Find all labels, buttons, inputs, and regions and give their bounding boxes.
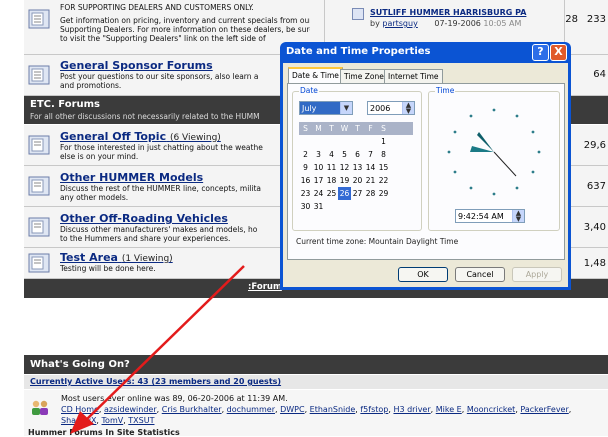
year-value: 2006 (370, 104, 391, 113)
calendar-week: 23 24 25 26 27 28 29 (299, 187, 413, 200)
calendar-day[interactable]: 27 (351, 187, 364, 200)
time-input[interactable]: 9:42:54 AM ▲ ▼ (455, 209, 525, 223)
spinner-arrows-icon[interactable]: ▲ ▼ (512, 210, 524, 223)
calendar-day[interactable]: 29 (377, 187, 390, 200)
weekday-label: M (315, 124, 322, 133)
calendar-day[interactable]: 5 (338, 148, 351, 161)
calendar-day[interactable]: 20 (351, 174, 364, 187)
year-spinner[interactable]: 2006 ▲ ▼ (367, 101, 415, 115)
calendar-day[interactable]: 1 (377, 135, 390, 148)
calendar-day (299, 135, 312, 148)
calendar-day[interactable]: 14 (364, 161, 377, 174)
calendar-week: 30 31 (299, 200, 413, 213)
calendar-day[interactable]: 8 (377, 148, 390, 161)
current-timezone-label: Current time zone: Mountain Daylight Tim… (296, 237, 459, 246)
spinner-arrows-icon[interactable]: ▲ ▼ (402, 102, 414, 115)
weekday-label: S (303, 124, 308, 133)
calendar-day[interactable]: 23 (299, 187, 312, 200)
time-group-label: Time (435, 86, 456, 95)
calendar-day[interactable]: 10 (312, 161, 325, 174)
date-time-dialog: Date and Time Properties ? X Date & Time… (280, 42, 571, 290)
calendar-day[interactable]: 3 (312, 148, 325, 161)
calendar-day[interactable]: 28 (364, 187, 377, 200)
weekday-label: W (340, 124, 349, 133)
calendar-day (377, 200, 390, 213)
tab-time-zone[interactable]: Time Zone (340, 69, 388, 83)
calendar-days: 1 2 3 4 5 6 7 8 9 10 11 12 13 14 15 16 17 18 19 20 21 22 23 24 2… (299, 135, 413, 213)
weekday-label: F (368, 124, 373, 133)
close-icon: X (554, 45, 563, 58)
calendar-day[interactable]: 11 (325, 161, 338, 174)
dialog-title: Date and Time Properties (286, 46, 431, 57)
calendar-day[interactable]: 25 (325, 187, 338, 200)
weekday-label: T (329, 124, 334, 133)
calendar-day (351, 200, 364, 213)
close-button[interactable]: X (550, 44, 567, 61)
help-icon: ? (537, 45, 544, 58)
calendar-day[interactable]: 24 (312, 187, 325, 200)
calendar-day (351, 135, 364, 148)
calendar-weekdays: S M T W T F S (299, 122, 413, 135)
date-time-panel: Date July ▼ 2006 ▲ ▼ S M T W T F S 1 2 3… (287, 83, 565, 260)
calendar-day (364, 200, 377, 213)
analog-clock (447, 108, 541, 196)
weekday-label: T (355, 124, 360, 133)
calendar-day[interactable]: 17 (312, 174, 325, 187)
calendar-week: 16 17 18 19 20 21 22 (299, 174, 413, 187)
ok-button[interactable]: OK (398, 267, 448, 282)
calendar-day[interactable]: 16 (299, 174, 312, 187)
cancel-button[interactable]: Cancel (455, 267, 505, 282)
apply-button[interactable]: Apply (512, 267, 562, 282)
calendar-day[interactable]: 2 (299, 148, 312, 161)
month-select[interactable]: July ▼ (299, 101, 353, 115)
date-group-label: Date (299, 86, 319, 95)
calendar-day[interactable]: 9 (299, 161, 312, 174)
calendar-day (338, 135, 351, 148)
help-button[interactable]: ? (532, 44, 549, 61)
calendar-day[interactable]: 13 (351, 161, 364, 174)
dialog-body: Date & Time Time Zone Internet Time Date… (283, 63, 568, 287)
calendar-day (325, 135, 338, 148)
calendar-day[interactable]: 4 (325, 148, 338, 161)
time-group: Time 9:42:54 AM ▲ ▼ (428, 86, 560, 231)
calendar-week: 2345678 (299, 148, 413, 161)
calendar-day[interactable]: 22 (377, 174, 390, 187)
calendar-day[interactable]: 31 (312, 200, 325, 213)
calendar-day[interactable]: 21 (364, 174, 377, 187)
calendar-day[interactable]: 18 (325, 174, 338, 187)
chevron-down-icon[interactable]: ▼ (340, 102, 352, 114)
calendar-day[interactable]: 30 (299, 200, 312, 213)
date-group: Date July ▼ 2006 ▲ ▼ S M T W T F S 1 2 3… (292, 86, 422, 231)
tab-internet-time[interactable]: Internet Time (384, 69, 443, 83)
calendar-grid: S M T W T F S 1 2 3 4 5 6 7 8 9 10 11 12 13 14 15 16 17 1… (299, 122, 413, 213)
calendar-day[interactable]: 7 (364, 148, 377, 161)
calendar-day[interactable]: 26 (338, 187, 351, 200)
time-value: 9:42:54 AM (458, 212, 504, 221)
calendar-day[interactable]: 12 (338, 161, 351, 174)
calendar-day[interactable]: 6 (351, 148, 364, 161)
calendar-day (325, 200, 338, 213)
calendar-day (364, 135, 377, 148)
calendar-day (312, 135, 325, 148)
weekday-label: S (381, 124, 386, 133)
calendar-week: 9 10 11 12 13 14 15 (299, 161, 413, 174)
calendar-week: 1 (299, 135, 413, 148)
month-value: July (302, 104, 317, 113)
calendar-day[interactable]: 15 (377, 161, 390, 174)
calendar-day[interactable]: 19 (338, 174, 351, 187)
calendar-day (338, 200, 351, 213)
